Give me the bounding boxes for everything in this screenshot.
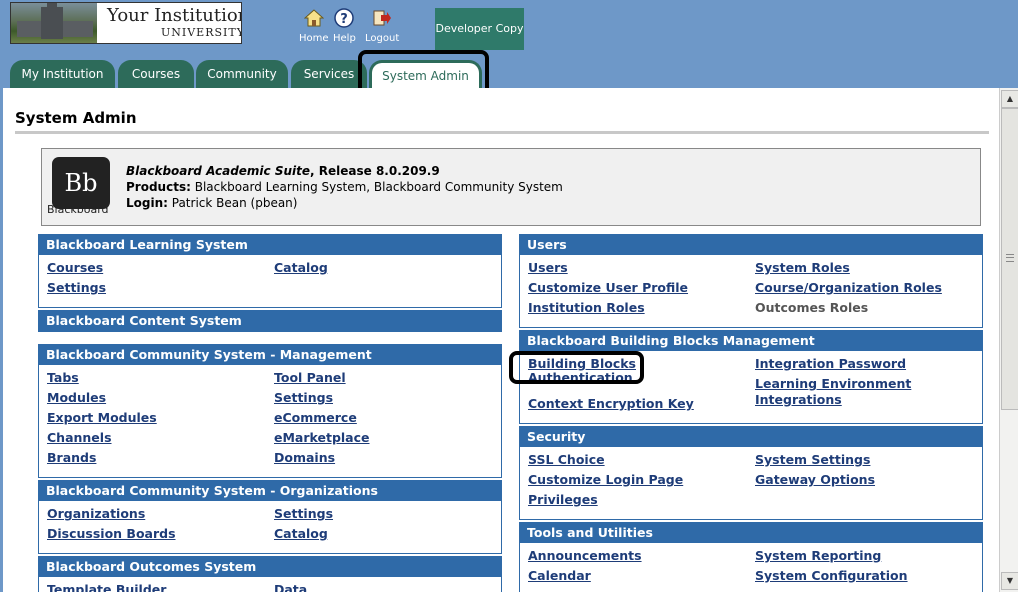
panel-content-system: Blackboard Content System	[38, 310, 502, 332]
scrollbar-thumb[interactable]	[1001, 108, 1018, 410]
logo-subtitle: UNIVERSITY	[161, 26, 242, 39]
tab-bar: My Institution Courses Community Service…	[0, 60, 1018, 88]
link-learning-environment-integrations[interactable]: Learning Environment Integrations	[755, 376, 925, 408]
panel-title: Users	[520, 235, 982, 255]
link-customize-user-profile[interactable]: Customize User Profile	[528, 280, 688, 295]
help-link[interactable]: ? Help	[333, 8, 356, 44]
panel-community-management: Blackboard Community System - Management…	[38, 344, 502, 478]
svg-text:?: ?	[341, 12, 349, 27]
link-context-encryption-key[interactable]: Context Encryption Key	[528, 396, 694, 411]
tab-services[interactable]: Services	[291, 60, 367, 88]
link-gateway-options[interactable]: Gateway Options	[755, 472, 875, 487]
link-course-organization-roles[interactable]: Course/Organization Roles	[755, 280, 942, 295]
panel-title: Tools and Utilities	[520, 523, 982, 543]
link-ecommerce[interactable]: eCommerce	[274, 410, 357, 425]
blackboard-logo: Bb	[52, 157, 110, 209]
link-users[interactable]: Users	[528, 260, 568, 275]
link-template-builder[interactable]: Template Builder	[47, 582, 166, 592]
tab-community[interactable]: Community	[196, 60, 288, 88]
login-label: Login:	[126, 196, 168, 210]
panel-tools-utilities: Tools and Utilities Announcements System…	[519, 522, 983, 592]
link-tabs[interactable]: Tabs	[47, 370, 79, 385]
page-title: System Admin	[15, 109, 137, 127]
link-calendar[interactable]: Calendar	[528, 568, 591, 583]
link-export-modules[interactable]: Export Modules	[47, 410, 157, 425]
link-settings[interactable]: Settings	[274, 390, 333, 405]
panel-title: Blackboard Outcomes System	[39, 557, 501, 577]
header-bar: Your Institution UNIVERSITY Home ? Help …	[0, 0, 1018, 60]
link-system-configuration[interactable]: System Configuration	[755, 568, 908, 583]
link-system-settings[interactable]: System Settings	[755, 452, 870, 467]
link-institution-roles[interactable]: Institution Roles	[528, 300, 645, 315]
panel-title: Blackboard Community System - Management	[39, 345, 501, 365]
building-blocks-highlight-outline	[509, 351, 644, 384]
link-customize-login-page[interactable]: Customize Login Page	[528, 472, 683, 487]
link-privileges[interactable]: Privileges	[528, 492, 598, 507]
link-discussion-boards[interactable]: Discussion Boards	[47, 526, 176, 541]
link-data[interactable]: Data	[274, 582, 307, 592]
link-announcements[interactable]: Announcements	[528, 548, 642, 563]
panel-users: Users Users System Roles Customize User …	[519, 234, 983, 328]
institution-logo[interactable]: Your Institution UNIVERSITY	[10, 2, 242, 44]
release-version: , Release 8.0.209.9	[310, 164, 440, 178]
panel-community-organizations: Blackboard Community System - Organizati…	[38, 480, 502, 554]
home-icon	[303, 9, 324, 27]
campus-building-image	[11, 3, 97, 43]
logout-link[interactable]: Logout	[365, 8, 399, 44]
link-catalog[interactable]: Catalog	[274, 526, 328, 541]
panel-title[interactable]: Blackboard Content System	[39, 311, 501, 331]
panel-title: Blackboard Community System - Organizati…	[39, 481, 501, 501]
link-domains[interactable]: Domains	[274, 450, 335, 465]
link-settings[interactable]: Settings	[274, 506, 333, 521]
blackboard-logo-label: Blackboard	[47, 203, 109, 216]
logout-icon	[373, 10, 392, 26]
main-content: System Admin Bb Blackboard Blackboard Ac…	[3, 88, 999, 592]
link-settings[interactable]: Settings	[47, 280, 106, 295]
home-link[interactable]: Home	[299, 8, 329, 44]
vertical-scrollbar[interactable]: ▲ ▼	[999, 88, 1018, 592]
tab-my-institution[interactable]: My Institution	[10, 60, 115, 88]
link-brands[interactable]: Brands	[47, 450, 96, 465]
tab-courses[interactable]: Courses	[118, 60, 194, 88]
link-ssl-choice[interactable]: SSL Choice	[528, 452, 605, 467]
developer-copy-badge: Developer Copy	[435, 8, 524, 50]
logo-title: Your Institution	[107, 5, 242, 26]
link-system-reporting[interactable]: System Reporting	[755, 548, 881, 563]
link-organizations[interactable]: Organizations	[47, 506, 145, 521]
login-value: Patrick Bean (pbean)	[167, 196, 298, 210]
panel-title: Blackboard Learning System	[39, 235, 501, 255]
panel-learning-system: Blackboard Learning System Courses Catal…	[38, 234, 502, 308]
home-label: Home	[299, 33, 329, 44]
release-info-box: Bb Blackboard Blackboard Academic Suite,…	[41, 148, 981, 226]
panel-title: Blackboard Building Blocks Management	[520, 331, 982, 351]
link-channels[interactable]: Channels	[47, 430, 112, 445]
logout-label: Logout	[365, 33, 400, 44]
link-catalog[interactable]: Catalog	[274, 260, 328, 275]
help-icon: ?	[334, 8, 355, 28]
link-tool-panel[interactable]: Tool Panel	[274, 370, 346, 385]
scroll-down-icon[interactable]: ▼	[1001, 572, 1018, 590]
suite-name: Blackboard Academic Suite	[126, 164, 311, 178]
scroll-up-icon[interactable]: ▲	[1001, 90, 1018, 108]
link-emarketplace[interactable]: eMarketplace	[274, 430, 370, 445]
outcomes-roles-text: Outcomes Roles	[755, 300, 869, 315]
panel-title: Security	[520, 427, 982, 447]
products-value: Blackboard Learning System, Blackboard C…	[190, 180, 563, 194]
grip-icon	[1006, 254, 1014, 262]
link-modules[interactable]: Modules	[47, 390, 106, 405]
panel-outcomes-system: Blackboard Outcomes System Template Buil…	[38, 556, 502, 592]
products-label: Products:	[126, 180, 191, 194]
link-courses[interactable]: Courses	[47, 260, 103, 275]
title-divider	[15, 131, 989, 134]
release-info-text: Blackboard Academic Suite, Release 8.0.2…	[126, 163, 563, 211]
link-integration-password[interactable]: Integration Password	[755, 356, 906, 371]
link-system-roles[interactable]: System Roles	[755, 260, 850, 275]
help-label: Help	[333, 33, 356, 44]
panel-security: Security SSL Choice System Settings Cust…	[519, 426, 983, 520]
